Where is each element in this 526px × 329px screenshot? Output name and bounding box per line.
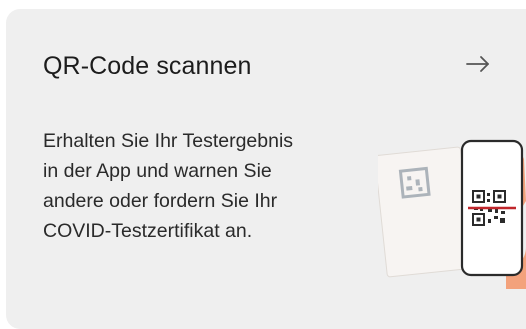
paper-test-document <box>378 146 474 278</box>
arrow-right-icon[interactable] <box>463 49 493 79</box>
phone-scanning-qr-code-illustration <box>378 139 526 289</box>
phone <box>460 139 524 277</box>
description-line: in der App und warnen Sie <box>43 160 272 182</box>
description-line: COVID-Testzertifikat an. <box>43 220 253 242</box>
qr-scan-card[interactable]: QR-Code scannen Erhalten Sie Ihr Testerg… <box>6 9 526 329</box>
description-line: andere oder fordern Sie Ihr <box>43 190 278 212</box>
description-line: Erhalten Sie Ihr Testergebnis <box>43 130 294 152</box>
card-description: Erhalten Sie Ihr Testergebnis in der App… <box>43 126 373 246</box>
card-title: QR-Code scannen <box>43 52 252 80</box>
